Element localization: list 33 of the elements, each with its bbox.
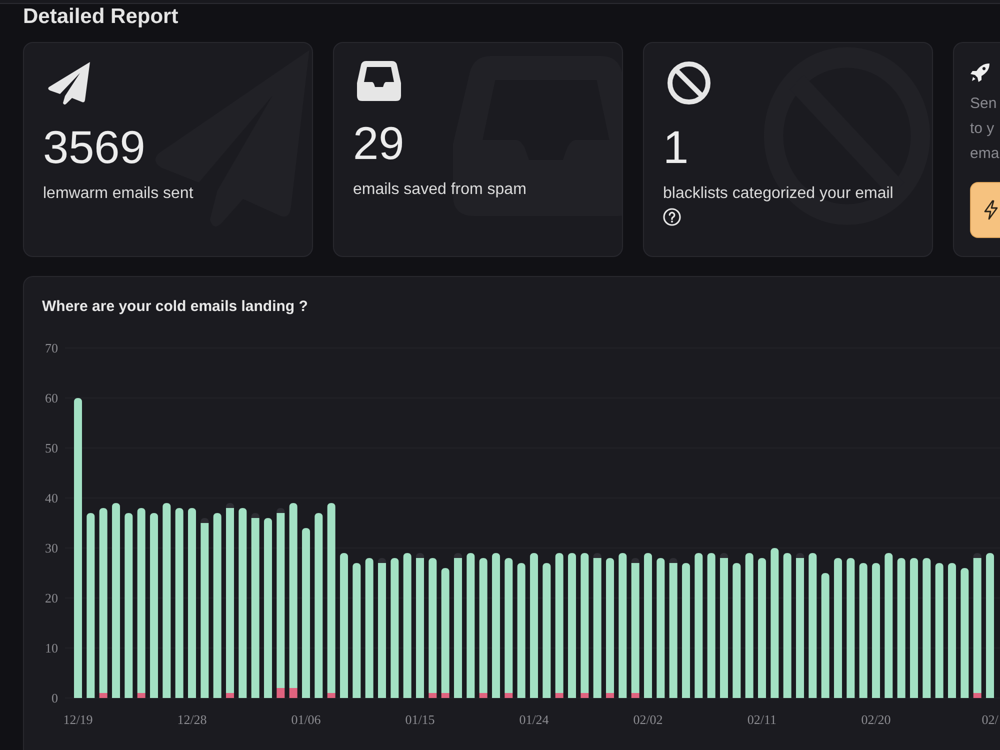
x-axis-label: 02/02 — [633, 712, 663, 727]
y-axis-label: 70 — [45, 340, 58, 356]
x-axis-label: 02/ — [982, 712, 998, 727]
ban-icon — [667, 61, 711, 105]
page-title: Detailed Report — [23, 5, 178, 29]
rocket-icon — [970, 63, 990, 82]
y-axis-label: 0 — [52, 690, 58, 706]
chart-title: Where are your cold emails landing ? — [42, 297, 308, 317]
y-axis-label: 10 — [45, 640, 58, 656]
y-axis-label: 40 — [45, 490, 58, 506]
stat-value: 3569 — [43, 122, 146, 172]
x-axis-label: 01/24 — [519, 712, 549, 727]
help-icon[interactable] — [663, 208, 681, 226]
x-axis-label: 02/20 — [861, 712, 891, 727]
lightning-icon — [984, 200, 998, 220]
promo-description: Sen to y ema — [970, 94, 1000, 164]
x-axis-label: 12/28 — [177, 712, 207, 727]
stat-label: blacklists categorized your email — [663, 184, 894, 204]
y-axis-label: 60 — [45, 390, 58, 406]
action-button[interactable] — [970, 182, 1000, 238]
stat-value: 29 — [353, 118, 404, 168]
stat-label: lemwarm emails sent — [43, 184, 194, 204]
paper-plane-icon — [47, 61, 91, 105]
x-axis-label: 01/06 — [291, 712, 321, 727]
x-axis-label: 01/15 — [405, 712, 435, 727]
x-axis-label: 02/11 — [747, 712, 777, 727]
stat-label: emails saved from spam — [353, 180, 526, 200]
y-axis-label: 20 — [45, 590, 58, 606]
stat-value: 1 — [663, 122, 689, 172]
y-axis-label: 50 — [45, 440, 58, 456]
y-axis-label: 30 — [45, 540, 58, 556]
inbox-tray-icon — [357, 61, 401, 101]
x-axis-label: 12/19 — [63, 712, 93, 727]
